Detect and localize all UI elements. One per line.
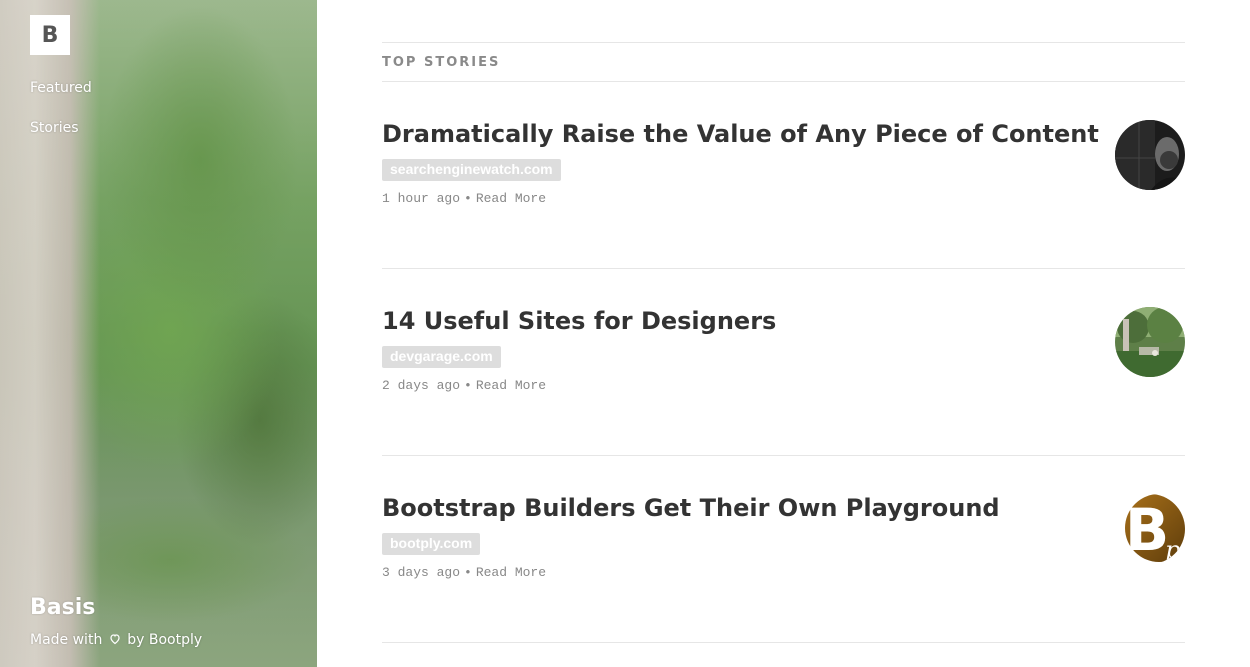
logo[interactable]: B [30,15,70,55]
story-time: 1 hour ago [382,191,461,206]
bootply-link[interactable]: by Bootply [127,632,202,648]
story-avatar-bootply-logo[interactable]: B p [1115,494,1185,564]
story-avatar-portrait[interactable] [1115,120,1185,190]
sidebar-background-overlay [0,0,317,667]
story-title[interactable]: 14 Useful Sites for Designers [382,307,776,335]
story-meta: 1 hour ago • Read More [382,191,546,206]
story-source-tag[interactable]: searchenginewatch.com [382,159,561,181]
read-more-link[interactable]: Read More [476,378,546,393]
story-title[interactable]: Dramatically Raise the Value of Any Piec… [382,120,1099,148]
meta-separator: • [464,565,472,580]
section-header: TOP STORIES [382,42,1185,82]
section-title: TOP STORIES [382,54,501,70]
footer-credit: Made with by Bootply [30,632,202,648]
story-meta: 2 days ago • Read More [382,378,546,393]
story-item: Bootstrap Builders Get Their Own Playgro… [382,456,1185,643]
story-source-tag[interactable]: bootply.com [382,533,481,555]
sidebar: B Featured Stories Basis Made with by Bo… [0,0,317,667]
logo-letter: B [41,22,59,48]
meta-separator: • [464,191,472,206]
nav-item-featured[interactable]: Featured [30,80,92,96]
story-item: 14 Useful Sites for Designers devgarage.… [382,269,1185,456]
meta-separator: • [464,378,472,393]
read-more-link[interactable]: Read More [476,565,546,580]
heart-icon [109,632,121,648]
svg-text:B: B [1125,496,1169,564]
story-avatar-park[interactable] [1115,307,1185,377]
story-time: 3 days ago [382,565,461,580]
read-more-link[interactable]: Read More [476,191,546,206]
story-meta: 3 days ago • Read More [382,565,546,580]
svg-text:p: p [1165,536,1180,564]
made-with-text: Made with [30,632,103,648]
brand-name: Basis [30,595,96,620]
story-title[interactable]: Bootstrap Builders Get Their Own Playgro… [382,494,1000,522]
story-source-tag[interactable]: devgarage.com [382,346,501,368]
story-time: 2 days ago [382,378,461,393]
nav-item-stories[interactable]: Stories [30,120,79,136]
main-content: TOP STORIES Dramatically Raise the Value… [382,42,1185,643]
story-item: Dramatically Raise the Value of Any Piec… [382,82,1185,269]
